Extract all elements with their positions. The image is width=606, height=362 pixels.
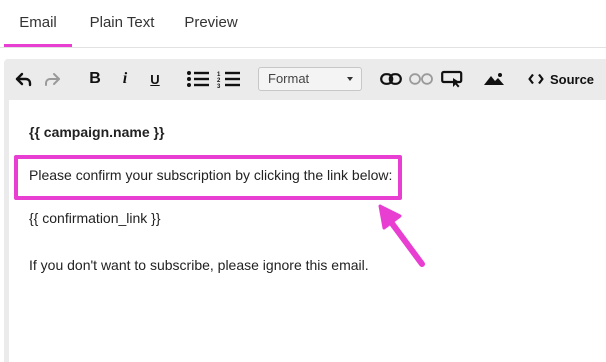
bold-button[interactable]: B bbox=[86, 67, 104, 91]
editor-tabs: Email Plain Text Preview bbox=[0, 0, 606, 48]
underline-button[interactable]: U bbox=[147, 67, 163, 91]
source-button[interactable]: Source bbox=[525, 67, 597, 91]
confirmation-link-placeholder: {{ confirmation_link }} bbox=[29, 210, 161, 226]
tab-plain-text[interactable]: Plain Text bbox=[78, 0, 166, 46]
email-editor: B i U 123 Format Source {{ campaign.name… bbox=[4, 59, 606, 362]
tab-email[interactable]: Email bbox=[4, 0, 72, 47]
tab-preview[interactable]: Preview bbox=[172, 0, 250, 46]
editor-toolbar: B i U 123 Format Source bbox=[4, 59, 606, 99]
source-label: Source bbox=[549, 71, 595, 87]
code-brackets-icon bbox=[528, 73, 544, 85]
link-icon bbox=[380, 73, 402, 85]
undo-arrow-icon bbox=[15, 72, 32, 87]
numbered-list-icon: 123 bbox=[217, 71, 240, 88]
undo-button[interactable] bbox=[14, 67, 34, 91]
button-cursor-icon bbox=[441, 70, 463, 88]
campaign-name-placeholder: {{ campaign.name }} bbox=[29, 124, 165, 140]
editor-content-area[interactable]: {{ campaign.name }} Please confirm your … bbox=[9, 100, 606, 362]
image-mountain-icon bbox=[484, 73, 504, 85]
highlight-box bbox=[14, 155, 402, 200]
format-dropdown[interactable]: Format bbox=[258, 67, 362, 91]
unlink-button[interactable] bbox=[409, 67, 433, 91]
annotation-arrow-icon bbox=[378, 204, 425, 267]
insert-button-button[interactable] bbox=[441, 67, 463, 91]
italic-button[interactable]: i bbox=[118, 67, 132, 91]
bulleted-list-icon bbox=[187, 71, 209, 87]
format-label: Format bbox=[268, 71, 310, 86]
caret-down-icon bbox=[347, 77, 353, 81]
redo-arrow-icon bbox=[45, 73, 60, 86]
redo-button[interactable] bbox=[42, 67, 62, 91]
insert-link-button[interactable] bbox=[380, 67, 402, 91]
bulleted-list-button[interactable] bbox=[185, 67, 211, 91]
unlink-icon bbox=[409, 73, 433, 85]
svg-text:3: 3 bbox=[217, 84, 221, 88]
insert-image-button[interactable] bbox=[483, 67, 505, 91]
ignore-email-text: If you don't want to subscribe, please i… bbox=[29, 257, 369, 273]
numbered-list-button[interactable]: 123 bbox=[216, 67, 242, 91]
